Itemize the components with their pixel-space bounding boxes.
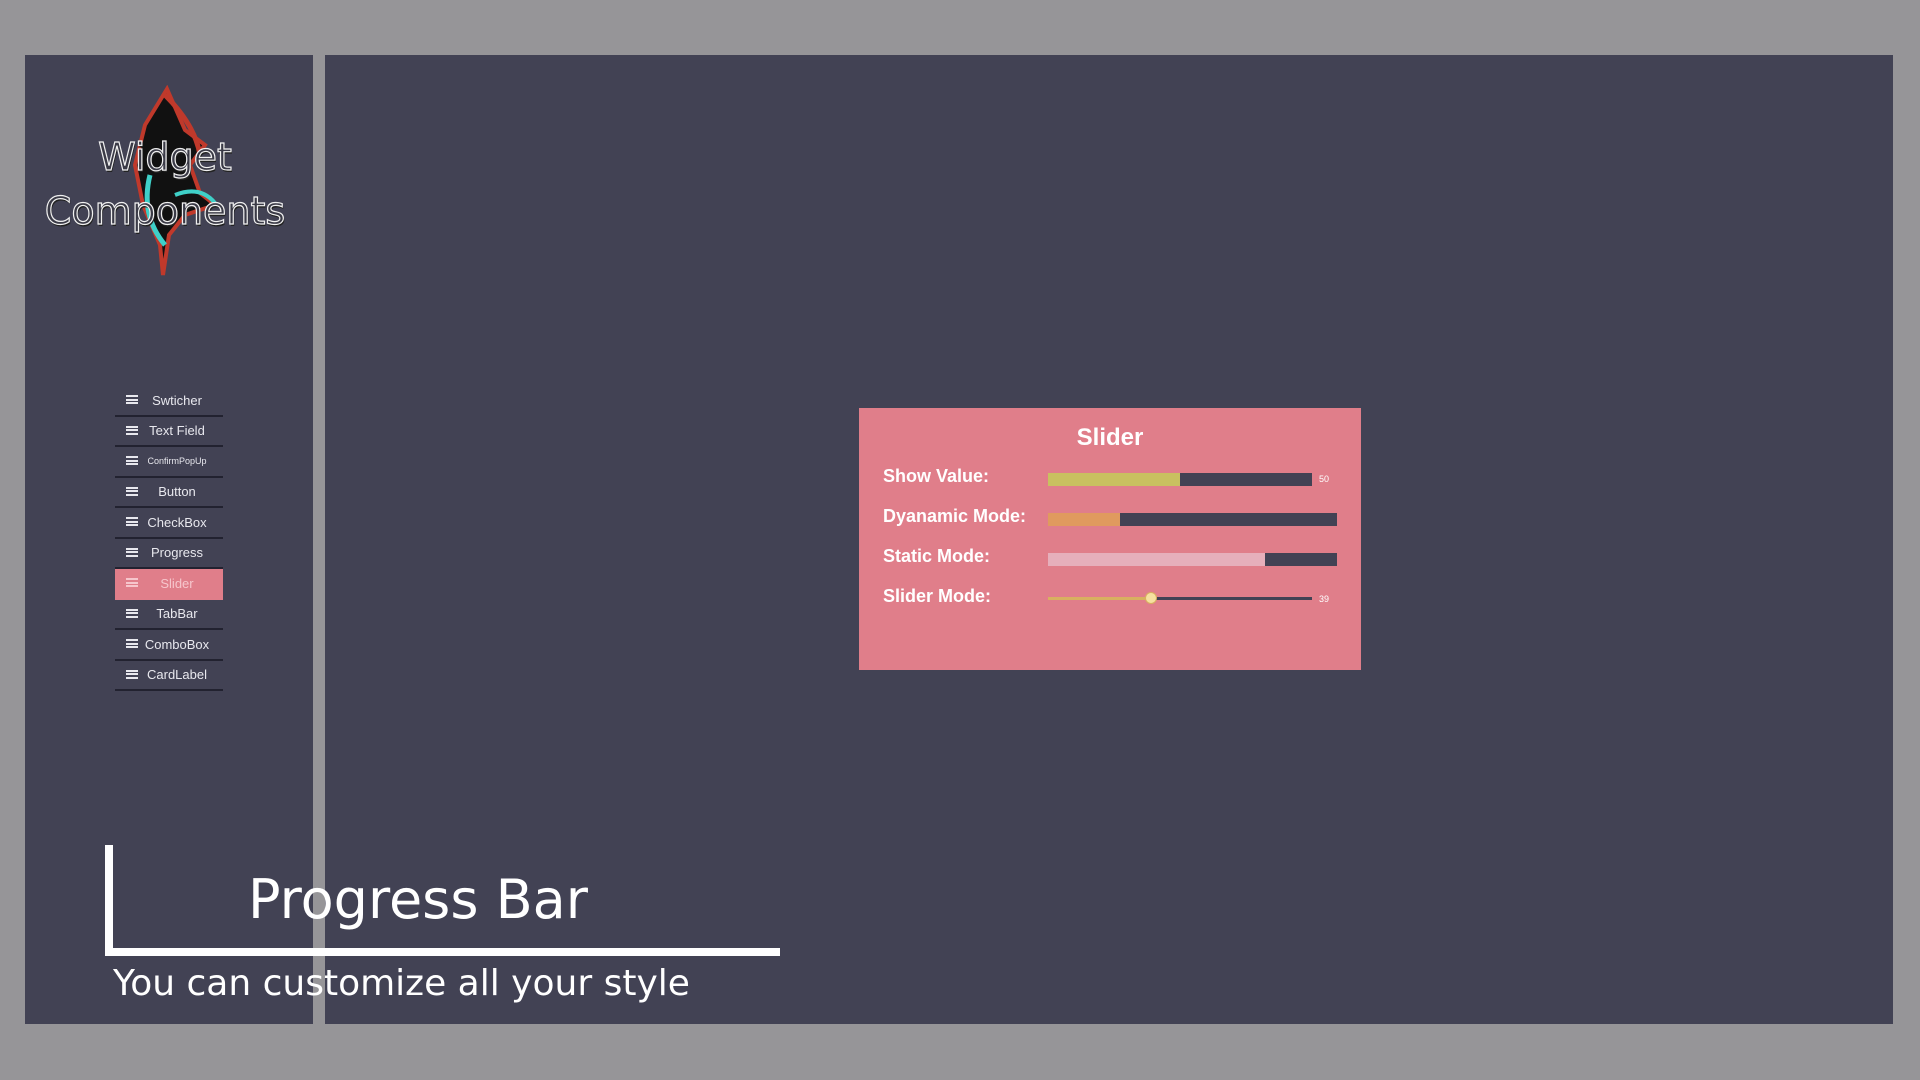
slider-mode-label: Slider Mode: [883,586,992,606]
menu-icon [126,425,138,435]
show-value-fill [1048,473,1180,486]
nav-item-tabbar[interactable]: TabBar [115,600,223,630]
nav-item-combobox[interactable]: ComboBox [115,630,223,661]
nav-item-checkbox[interactable]: CheckBox [115,508,223,539]
show-value-number: 50 [1319,474,1330,484]
caption-frame-vertical [105,845,113,955]
menu-icon [126,517,138,526]
nav-item-button[interactable]: Button [115,478,223,508]
menu-icon [126,608,138,618]
menu-icon [126,669,138,679]
nav-item-confirm-popup[interactable]: ConfirmPopUp [115,447,223,478]
nav-item-progress[interactable]: Progress [115,539,223,569]
caption-title: Progress Bar [248,868,588,931]
nav-item-slider[interactable]: Slider [115,569,223,600]
caption-frame-horizontal [105,948,780,956]
logo-title-line2: Components [44,188,286,233]
logo: Widget Components [40,85,290,285]
menu-icon [126,486,138,496]
dynamic-mode-progress[interactable] [1048,513,1337,526]
static-mode-fill [1048,553,1265,566]
caption-subtitle: You can customize all your style [113,963,690,1004]
nav-item-switcher[interactable]: Swticher [115,386,223,417]
slider-mode-handle[interactable] [1144,592,1157,604]
nav-item-text-field[interactable]: Text Field [115,417,223,447]
logo-title-line1: Widget [97,134,232,179]
slider-card: Slider Show Value: 50 Dyanamic Mode: Sta… [859,408,1361,670]
slider-mode-fill [1048,597,1151,600]
static-mode-label: Static Mode: [883,546,991,566]
card-title: Slider [1076,424,1144,451]
nav-item-cardlabel[interactable]: CardLabel [115,661,223,691]
static-mode-progress[interactable] [1048,553,1337,566]
show-value-progress[interactable] [1048,473,1312,486]
sidebar-nav: Swticher Text Field ConfirmPopUp Button … [115,386,223,691]
slider-mode-track[interactable] [1048,597,1312,600]
dynamic-mode-fill [1048,513,1121,526]
menu-icon [126,639,138,648]
menu-icon [126,395,138,404]
menu-icon [126,456,138,465]
dynamic-mode-label: Dyanamic Mode: [883,506,1027,526]
menu-icon [126,547,138,557]
slider-mode-number: 39 [1319,594,1330,604]
menu-icon [126,578,138,587]
show-value-label: Show Value: [883,466,990,486]
